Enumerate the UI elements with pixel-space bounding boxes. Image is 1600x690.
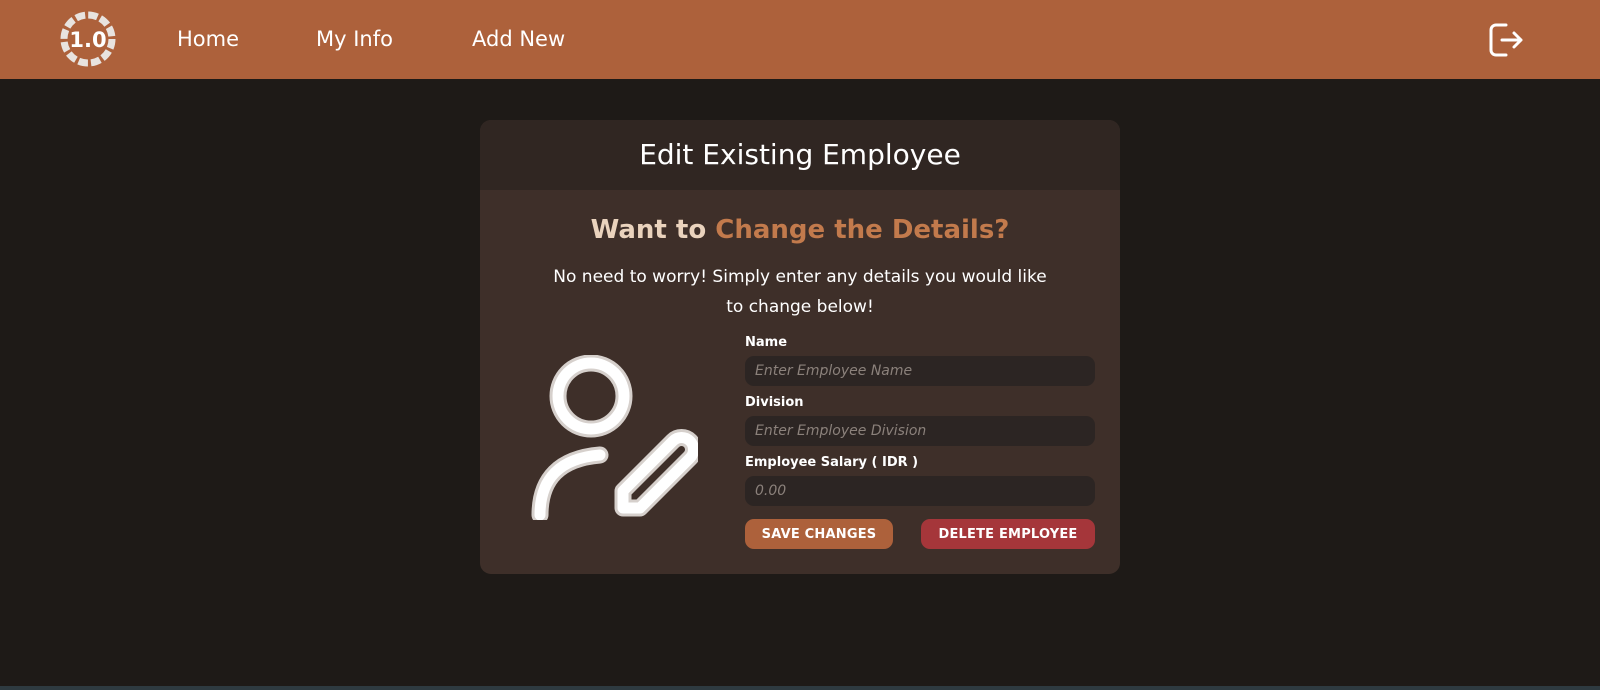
name-input[interactable] — [745, 356, 1095, 386]
user-edit-icon — [528, 355, 698, 520]
delete-employee-button[interactable]: DELETE EMPLOYEE — [921, 519, 1095, 549]
edit-employee-card: Edit Existing Employee Want to Change th… — [480, 120, 1120, 574]
division-label: Division — [745, 395, 804, 410]
nav-link-home[interactable]: Home — [177, 24, 239, 54]
headline-accent: Change the Details? — [715, 215, 1010, 245]
card-title: Edit Existing Employee — [480, 120, 1120, 190]
division-input[interactable] — [745, 416, 1095, 446]
salary-label: Employee Salary ( IDR ) — [745, 455, 919, 470]
nav-link-my-info[interactable]: My Info — [316, 24, 393, 54]
logo-text: 1.0 — [69, 28, 106, 52]
headline-lead: Want to — [590, 215, 716, 245]
app-logo[interactable]: 1.0 — [59, 10, 117, 68]
save-changes-button[interactable]: SAVE CHANGES — [745, 519, 893, 549]
logo-ring-icon: 1.0 — [60, 11, 116, 67]
form-actions: SAVE CHANGES DELETE EMPLOYEE — [745, 519, 1095, 549]
logout-button[interactable] — [1486, 20, 1526, 60]
logout-icon — [1489, 23, 1523, 57]
name-label: Name — [745, 335, 788, 350]
headline: Want to Change the Details? — [480, 210, 1120, 250]
instruction-text: No need to worry! Simply enter any detai… — [553, 267, 1047, 317]
bottom-divider — [0, 686, 1600, 690]
top-navbar: 1.0 Home My Info Add New — [0, 0, 1600, 79]
nav-link-add-new[interactable]: Add New — [472, 24, 565, 54]
salary-input[interactable] — [745, 476, 1095, 506]
employee-form: Name Division Employee Salary ( IDR ) SA… — [745, 335, 1095, 549]
